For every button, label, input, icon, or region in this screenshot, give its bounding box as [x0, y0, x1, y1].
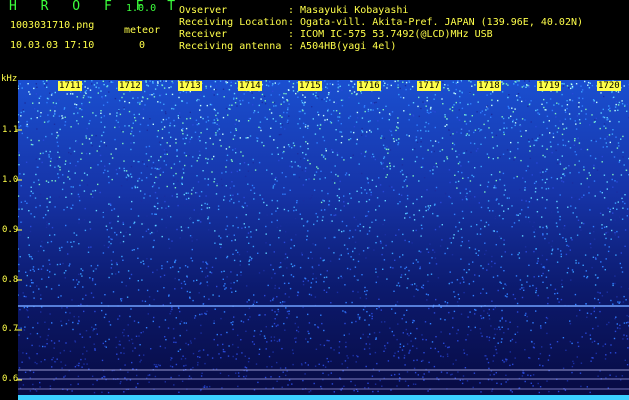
- time-mark-1711: 1711: [58, 81, 82, 91]
- app-title: H R O F F T: [9, 0, 184, 14]
- receiver-value: : ICOM IC-575 53.7492(@LCD)MHz USB: [288, 29, 493, 40]
- capture-timestamp: 10.03.03 17:10: [10, 40, 95, 51]
- time-mark-1713: 1713: [178, 81, 202, 91]
- hrofft-window: H R O F F T 1.0.0 1003031710.png meteor …: [0, 0, 629, 400]
- axis-tick-1-0: 1.0: [2, 175, 19, 185]
- receiver-label: Receiver: [179, 29, 228, 40]
- time-mark-1712: 1712: [118, 81, 142, 91]
- location-value: : Ogata-vill. Akita-Pref. JAPAN (139.96E…: [288, 17, 584, 28]
- info-values: : Masayuki Kobayashi : Ogata-vill. Akita…: [288, 5, 583, 53]
- antenna-value: : A504HB(yagi 4el): [288, 41, 397, 52]
- observer-label: Ovserver: [179, 5, 228, 16]
- time-mark-1714: 1714: [238, 81, 262, 91]
- antenna-label: Receiving antenna: [179, 41, 282, 52]
- meteor-count: 0: [139, 40, 146, 51]
- axis-tick-0-8: 0.8: [2, 275, 19, 285]
- axis-unit-label: kHz: [1, 74, 18, 84]
- axis-tick-0-6: 0.6: [2, 374, 19, 384]
- location-label: Receiving Location: [179, 17, 288, 28]
- axis-tick-0-7: 0.7: [2, 324, 19, 334]
- spectrogram: [0, 80, 629, 400]
- time-mark-1715: 1715: [298, 81, 322, 91]
- axis-tick-0-9: 0.9: [2, 225, 19, 235]
- time-mark-1719: 1719: [537, 81, 561, 91]
- time-mark-1716: 1716: [357, 81, 381, 91]
- meteor-label: meteor: [124, 25, 161, 36]
- capture-filename: 1003031710.png: [10, 20, 95, 31]
- time-mark-1717: 1717: [417, 81, 441, 91]
- time-mark-1718: 1718: [477, 81, 501, 91]
- observer-value: : Masayuki Kobayashi: [288, 5, 409, 16]
- time-mark-1720: 1720: [597, 81, 621, 91]
- axis-tick-1-1: 1.1: [2, 125, 19, 135]
- info-labels: Ovserver Receiving Location Receiver Rec…: [179, 5, 287, 53]
- spectrogram-canvas: [0, 80, 629, 400]
- app-version: 1.0.0: [126, 3, 157, 14]
